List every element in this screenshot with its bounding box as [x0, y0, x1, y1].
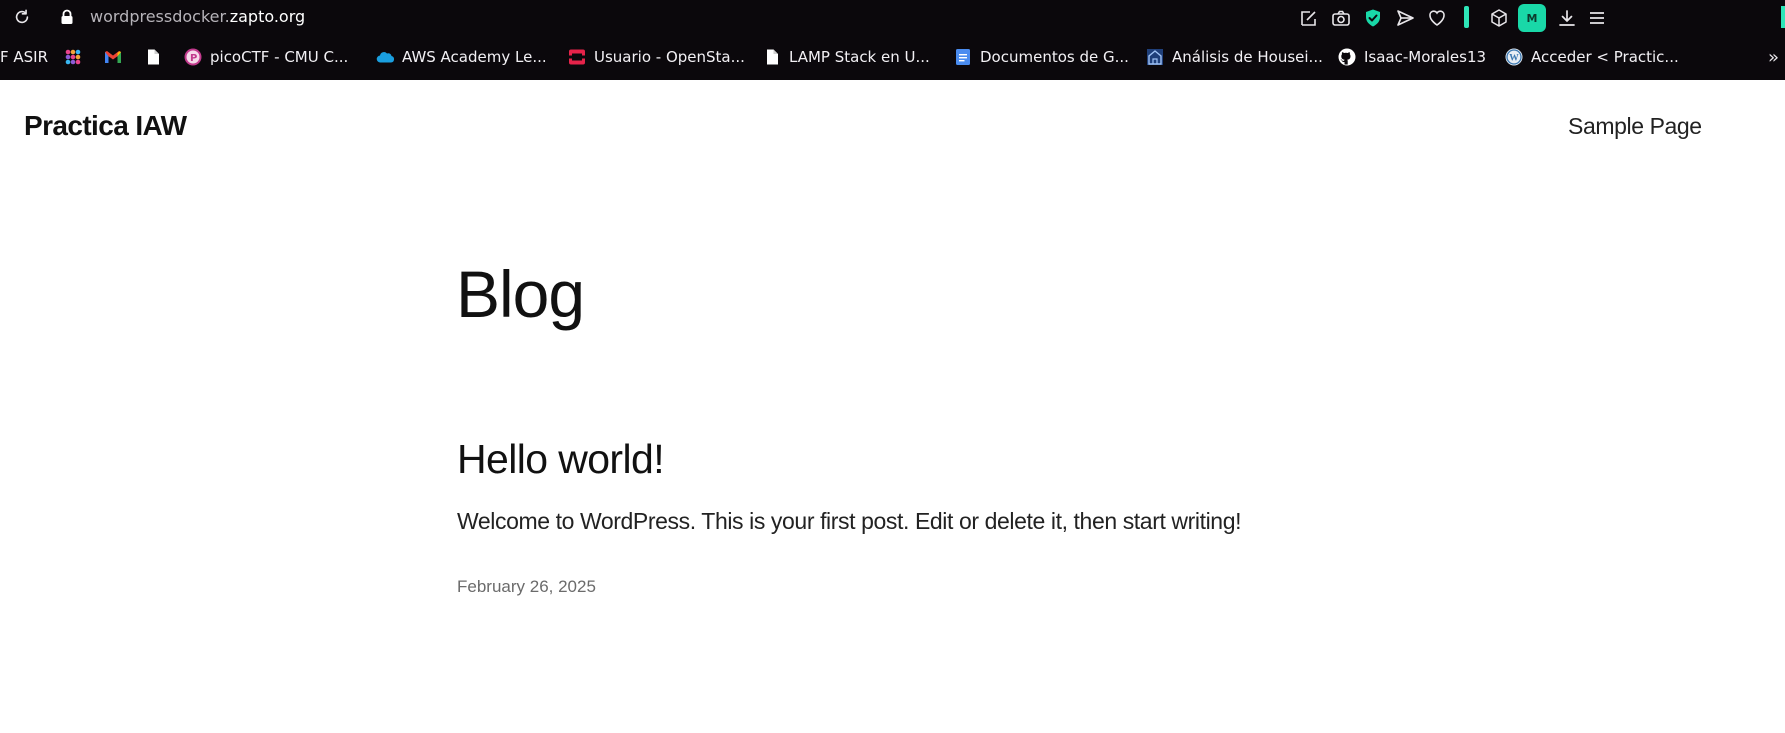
camera-icon[interactable] — [1331, 8, 1351, 28]
download-icon[interactable] — [1557, 8, 1577, 28]
bookmark-label: AWS Academy Le... — [402, 48, 547, 66]
bookmark-label: picoCTF - CMU C... — [210, 48, 349, 66]
document-icon — [148, 49, 159, 65]
bookmark-label: F ASIR — [0, 48, 49, 66]
m-extension-icon[interactable]: M — [1518, 4, 1546, 32]
url-path: wordpressdocker. — [90, 7, 230, 26]
google-docs-icon — [956, 49, 970, 65]
document-icon — [767, 49, 778, 65]
bookmark-label: Isaac-Morales13 — [1364, 48, 1487, 66]
edit-page-icon[interactable] — [1299, 8, 1319, 28]
bookmark-label: Acceder < Practic... — [1531, 48, 1679, 66]
bookmarks-overflow-button[interactable]: » — [1768, 47, 1779, 68]
svg-text:W: W — [1509, 54, 1519, 64]
openstack-icon — [569, 49, 585, 65]
bookmark-f-asir[interactable]: F ASIR — [0, 47, 48, 67]
site-title[interactable]: Practica IAW — [24, 110, 187, 142]
cube-icon[interactable] — [1489, 8, 1509, 28]
menu-icon[interactable] — [1587, 8, 1607, 28]
bookmark-document[interactable] — [144, 47, 170, 67]
post-date[interactable]: February 26, 2025 — [457, 577, 596, 597]
bookmark-lamp-stack[interactable]: LAMP Stack en U... — [763, 47, 930, 67]
reload-icon[interactable] — [13, 8, 31, 26]
bookmark-label: Análisis de Housei... — [1172, 48, 1323, 66]
shield-check-icon[interactable] — [1363, 8, 1383, 28]
page-title: Blog — [456, 257, 585, 331]
bookmark-github[interactable]: Isaac-Morales13 — [1338, 47, 1486, 67]
send-icon[interactable] — [1395, 8, 1415, 28]
bookmark-label: Documentos de G... — [980, 48, 1129, 66]
url-host: zapto.org — [229, 7, 306, 26]
github-icon — [1338, 48, 1356, 66]
address-bar[interactable]: wordpressdocker.zapto.org — [90, 8, 305, 26]
bookmark-gmail[interactable] — [104, 47, 130, 67]
salesforce-cloud-icon — [376, 52, 394, 63]
post-excerpt: Welcome to WordPress. This is your first… — [457, 508, 1242, 534]
side-panel-accent[interactable] — [1781, 6, 1785, 28]
wordpress-icon: W — [1505, 48, 1523, 66]
slack-like-icon — [65, 49, 81, 65]
bookmark-openstack[interactable]: Usuario - OpenSta... — [568, 47, 745, 67]
bookmark-picoctf[interactable]: P picoCTF - CMU C... — [184, 47, 348, 67]
bookmark-label: LAMP Stack en U... — [789, 48, 930, 66]
gmail-icon — [105, 51, 121, 63]
browser-toolbar: wordpressdocker.zapto.org M — [0, 0, 1785, 34]
bookmark-analisis-housei[interactable]: Análisis de Housei... — [1146, 47, 1323, 67]
bookmark-google-docs[interactable]: Documentos de G... — [954, 47, 1129, 67]
nav-link-sample-page[interactable]: Sample Page — [1568, 113, 1702, 140]
picoctf-icon: P — [184, 48, 202, 66]
svg-text:P: P — [190, 53, 197, 64]
bookmark-wordpress-login[interactable]: W Acceder < Practic... — [1505, 47, 1679, 67]
heart-icon[interactable] — [1427, 8, 1447, 28]
bookmark-label: Usuario - OpenSta... — [594, 48, 745, 66]
lock-icon[interactable] — [60, 9, 74, 25]
bookmark-slack-like[interactable] — [64, 47, 90, 67]
bookmark-aws-academy[interactable]: AWS Academy Le... — [376, 47, 547, 67]
bookmarks-bar: F ASIR P picoCTF - CMU C... AWS Academy … — [0, 34, 1785, 80]
house-icon — [1147, 49, 1163, 65]
status-bar — [1464, 6, 1469, 28]
post-title-link[interactable]: Hello world! — [457, 436, 665, 483]
